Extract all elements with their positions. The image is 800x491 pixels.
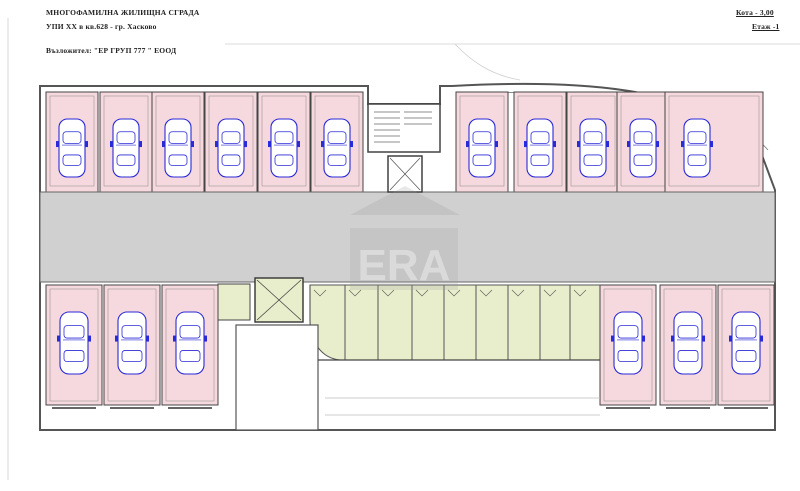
car-icon	[162, 118, 194, 178]
parking-space-top: Г.4	[204, 91, 258, 206]
car-icon	[671, 311, 705, 375]
car-icon	[524, 118, 556, 178]
parking-space-top: Г.11	[664, 91, 764, 206]
parking-space-bottom: Г.19	[161, 273, 219, 409]
parking-space-bottom: Г.17	[45, 273, 103, 409]
parking-space-top: Г.5	[257, 91, 311, 206]
parking-space-top: Г.8	[513, 91, 567, 206]
car-icon	[57, 311, 91, 375]
car-icon	[268, 118, 300, 178]
parking-space-top: Г.1	[45, 91, 99, 206]
car-icon	[56, 118, 88, 178]
parking-space-top: Г.3	[151, 91, 205, 206]
car-icon	[110, 118, 142, 178]
parking-space-top: Г.6	[310, 91, 364, 206]
car-icon	[611, 311, 645, 375]
car-icon	[627, 118, 659, 178]
car-icon	[466, 118, 498, 178]
parking-space-bottom: Г.12	[717, 273, 775, 409]
car-icon	[577, 118, 609, 178]
car-icon	[173, 311, 207, 375]
parking-space-bottom: Г.13	[659, 273, 717, 409]
car-icon	[115, 311, 149, 375]
watermark-text: ERA	[358, 241, 451, 290]
car-icon	[729, 311, 763, 375]
floor-plan: Г.1Г.2Г.3Г.4Г.5Г.6 Г.7Г.8Г.9Г.10Г.11 Г.17…	[7, 18, 800, 480]
parking-space-top: Г.7	[455, 91, 509, 206]
parking-space-top: Г.10	[616, 91, 670, 206]
parking-space-bottom: Г.14	[599, 273, 657, 409]
car-icon	[215, 118, 247, 178]
parking-space-bottom: Г.13	[103, 273, 161, 409]
parking-space-top: Г.9	[566, 91, 620, 206]
parking-space-top: Г.2	[99, 91, 153, 206]
car-icon	[321, 118, 353, 178]
car-icon	[681, 118, 713, 178]
